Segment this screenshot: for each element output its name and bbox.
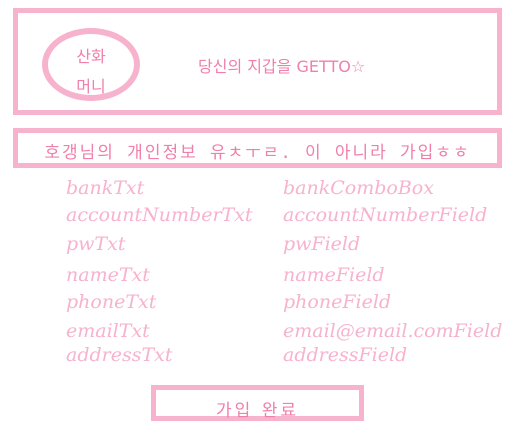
signup-complete-label: 가입 완료 [216, 401, 299, 421]
email-label: emailTxt [66, 320, 150, 342]
banner-text: 호갱님의 개인정보 유ㅊㅜㄹ. 이 아니라 가입ㅎㅎ [44, 143, 471, 163]
name-label: nameTxt [66, 264, 150, 286]
phone-field[interactable]: phoneField [283, 291, 391, 313]
signup-banner: 호갱님의 개인정보 유ㅊㅜㄹ. 이 아니라 가입ㅎㅎ [13, 128, 502, 168]
password-label: pwTxt [66, 233, 126, 255]
header-panel: 산화 머니 당신의 지갑을 GETTO☆ [13, 8, 502, 115]
account-number-field[interactable]: accountNumberField [283, 204, 487, 226]
signup-complete-button[interactable]: 가입 완료 [151, 385, 364, 421]
password-field[interactable]: pwField [283, 233, 360, 255]
slogan-text: 당신의 지갑을 GETTO☆ [198, 57, 366, 76]
logo-text-top: 산화 [76, 47, 106, 66]
logo-text-bottom: 머니 [76, 77, 106, 96]
email-field[interactable]: email@email.comField [283, 320, 502, 342]
address-label: addressTxt [66, 344, 173, 366]
account-number-label: accountNumberTxt [66, 204, 253, 226]
logo: 산화 머니 [42, 28, 140, 101]
bank-combo-box[interactable]: bankComboBox [283, 177, 434, 199]
phone-label: phoneTxt [66, 291, 157, 313]
name-field[interactable]: nameField [283, 264, 385, 286]
address-field[interactable]: addressField [283, 344, 407, 366]
bank-label: bankTxt [66, 177, 145, 199]
